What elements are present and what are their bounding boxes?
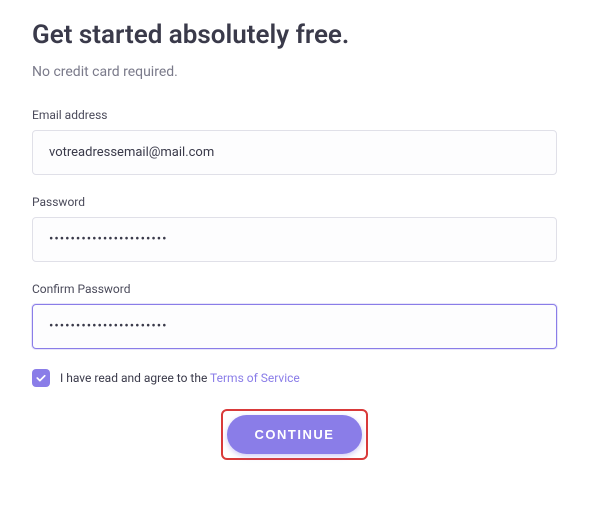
terms-checkbox[interactable] [32,369,50,387]
subtitle: No credit card required. [32,64,557,80]
confirm-password-field[interactable] [32,304,557,349]
password-field[interactable] [32,217,557,262]
terms-label: I have read and agree to the Terms of Se… [60,371,300,385]
password-group: Password [32,195,557,262]
terms-prefix: I have read and agree to the [60,371,210,385]
password-label: Password [32,195,557,209]
continue-button[interactable]: CONTINUE [227,415,363,454]
check-icon [35,372,47,384]
email-label: Email address [32,108,557,122]
terms-row: I have read and agree to the Terms of Se… [32,369,557,387]
terms-link[interactable]: Terms of Service [210,371,300,385]
page-title: Get started absolutely free. [32,20,557,50]
email-field[interactable] [32,130,557,175]
confirm-password-label: Confirm Password [32,282,557,296]
highlight-box: CONTINUE [221,409,369,460]
email-group: Email address [32,108,557,175]
confirm-password-group: Confirm Password [32,282,557,349]
submit-wrap: CONTINUE [32,409,557,460]
